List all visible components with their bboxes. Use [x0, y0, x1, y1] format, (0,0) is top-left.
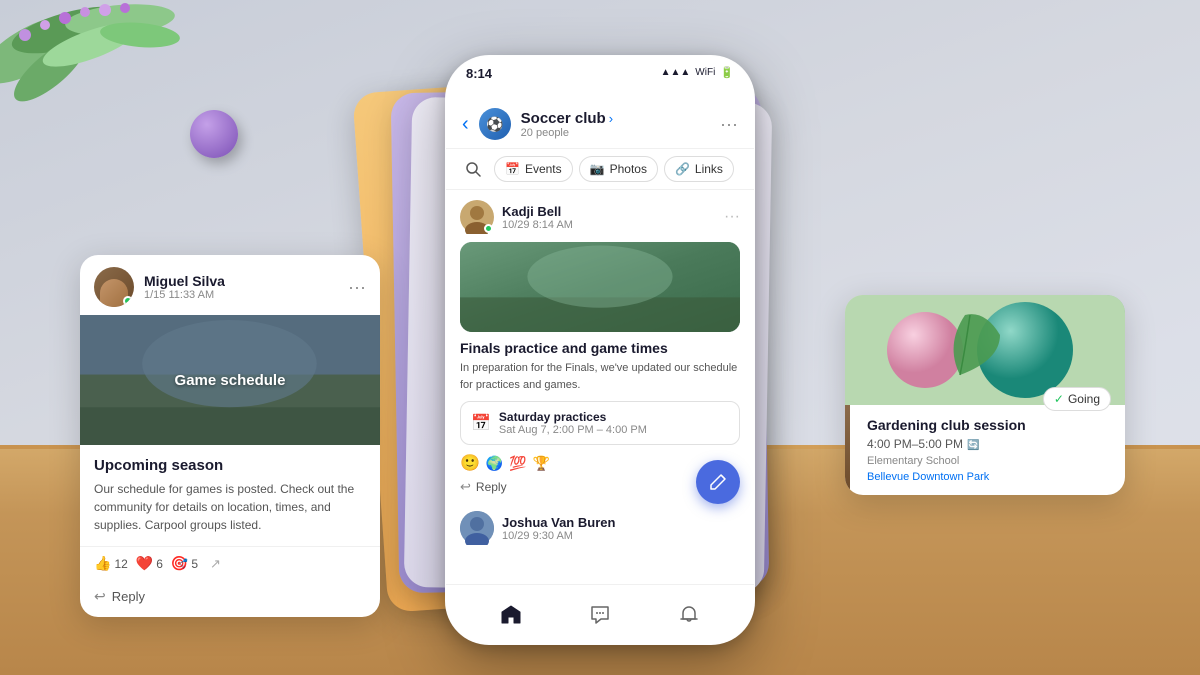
message-body-1: In preparation for the Finals, we've upd… [460, 360, 740, 393]
group-name[interactable]: Soccer club [521, 110, 606, 127]
gardening-card-content: Gardening club session 4:00 PM–5:00 PM 🔄… [845, 405, 1125, 495]
online-dot [484, 224, 493, 233]
reaction-heart[interactable]: ❤️ 6 [136, 555, 163, 572]
gardening-time: 4:00 PM–5:00 PM [867, 437, 963, 451]
card-stripe [845, 405, 850, 495]
events-icon: 📅 [505, 162, 520, 176]
tab-photos[interactable]: 📷 Photos [579, 156, 658, 182]
post-body: Our schedule for games is posted. Check … [94, 480, 366, 534]
reaction-globe[interactable]: 🌍 [486, 455, 503, 472]
message-header-2: Joshua Van Buren 10/29 9:30 AM [460, 511, 740, 545]
post-timestamp: 1/15 11:33 AM [144, 289, 225, 301]
event-time: Sat Aug 7, 2:00 PM – 4:00 PM [499, 424, 647, 436]
message-header-1: Kadji Bell 10/29 8:14 AM ··· [460, 200, 740, 234]
user-name: Miguel Silva [144, 273, 225, 289]
photos-icon: 📷 [590, 162, 605, 176]
gardening-location1: Elementary School [867, 455, 1111, 467]
purple-ball-decoration [190, 110, 238, 158]
online-indicator [123, 296, 133, 306]
going-badge[interactable]: ✓ Going [1043, 387, 1111, 411]
repeat-icon: 🔄 [967, 440, 979, 451]
messages-list: Kadji Bell 10/29 8:14 AM ··· [446, 190, 754, 571]
message-image-1: Saturday practices [460, 242, 740, 332]
share-icon[interactable]: ↗ [210, 556, 221, 572]
message-time-1: 10/29 8:14 AM [502, 219, 573, 231]
message-item-2: Joshua Van Buren 10/29 9:30 AM [460, 511, 740, 545]
group-chevron[interactable]: › [609, 111, 613, 126]
reactions-bar: 👍 12 ❤️ 6 🎯 5 ↗ [80, 546, 380, 580]
group-nav-bar: ‹ ⚽ Soccer club › 20 people ··· [446, 100, 754, 149]
reply-button[interactable]: Reply [112, 589, 145, 604]
plant-decoration [0, 0, 210, 120]
sender-name-2: Joshua Van Buren [502, 515, 615, 530]
event-name: Saturday practices [499, 410, 647, 424]
image-overlay: Game schedule [80, 315, 380, 445]
gardening-location2: Bellevue Downtown Park [867, 471, 1111, 483]
compose-button[interactable] [696, 460, 740, 504]
gardening-card: ✓ Going Gardening club session 4:00 PM–5… [845, 295, 1125, 495]
reaction-trophy[interactable]: 🏆 [533, 455, 550, 472]
sender-name-1: Kadji Bell [502, 204, 573, 219]
battery-icon: 🔋 [720, 66, 734, 79]
nav-home[interactable] [489, 593, 533, 637]
group-avatar: ⚽ [479, 108, 511, 140]
gardening-title: Gardening club session [867, 417, 1111, 433]
sender-avatar-2 [460, 511, 494, 545]
sender-avatar-1 [460, 200, 494, 234]
message-title-1: Finals practice and game times [460, 340, 740, 356]
add-reaction-button[interactable]: 🙂 [460, 453, 480, 473]
links-icon: 🔗 [675, 162, 690, 176]
card-header: Miguel Silva 1/15 11:33 AM ··· [80, 255, 380, 315]
group-member-count: 20 people [521, 127, 613, 139]
nav-chat[interactable] [578, 593, 622, 637]
search-button[interactable] [458, 155, 488, 183]
status-time: 8:14 [466, 66, 492, 81]
avatar [94, 267, 134, 307]
status-icons: ▲▲▲ WiFi 🔋 [661, 66, 734, 79]
reply-arrow-icon: ↩ [460, 479, 471, 495]
nav-more-button[interactable]: ··· [720, 114, 738, 135]
event-attachment[interactable]: 📅 Saturday practices Sat Aug 7, 2:00 PM … [460, 401, 740, 445]
bottom-nav [446, 584, 754, 644]
message-more-1[interactable]: ··· [724, 208, 740, 226]
image-label: Game schedule [175, 372, 286, 389]
phone-content: ‹ ⚽ Soccer club › 20 people ··· [446, 100, 754, 584]
message-item-1: Kadji Bell 10/29 8:14 AM ··· [460, 200, 740, 495]
signal-icon: ▲▲▲ [661, 67, 691, 78]
tab-events[interactable]: 📅 Events [494, 156, 573, 182]
wifi-icon: WiFi [695, 67, 715, 78]
checkmark-icon: ✓ [1054, 392, 1064, 406]
more-options-button[interactable]: ··· [348, 277, 366, 298]
reaction-thumbs[interactable]: 👍 12 [94, 555, 128, 572]
reply-button-1[interactable]: Reply [476, 480, 507, 494]
going-label: Going [1068, 392, 1100, 406]
event-calendar-icon: 📅 [471, 413, 491, 433]
card-content: Upcoming season Our schedule for games i… [80, 445, 380, 546]
reply-footer: ↩ Reply [80, 580, 380, 617]
reply-icon: ↩ [94, 588, 106, 605]
post-title: Upcoming season [94, 457, 366, 474]
message-time-2: 10/29 9:30 AM [502, 530, 615, 542]
main-phone: 8:14 ▲▲▲ WiFi 🔋 ‹ ⚽ Soccer club › 20 peo… [445, 55, 755, 645]
tab-links[interactable]: 🔗 Links [664, 156, 734, 182]
reaction-100[interactable]: 💯 [509, 455, 526, 472]
game-schedule-card: Miguel Silva 1/15 11:33 AM ··· Game sche… [80, 255, 380, 617]
reaction-target[interactable]: 🎯 5 [171, 555, 198, 572]
status-bar: 8:14 ▲▲▲ WiFi 🔋 [446, 56, 754, 100]
nav-notifications[interactable] [667, 593, 711, 637]
content-tabs: 📅 Events 📷 Photos 🔗 Links [446, 149, 754, 190]
back-button[interactable]: ‹ [462, 113, 469, 136]
post-image: Game schedule [80, 315, 380, 445]
